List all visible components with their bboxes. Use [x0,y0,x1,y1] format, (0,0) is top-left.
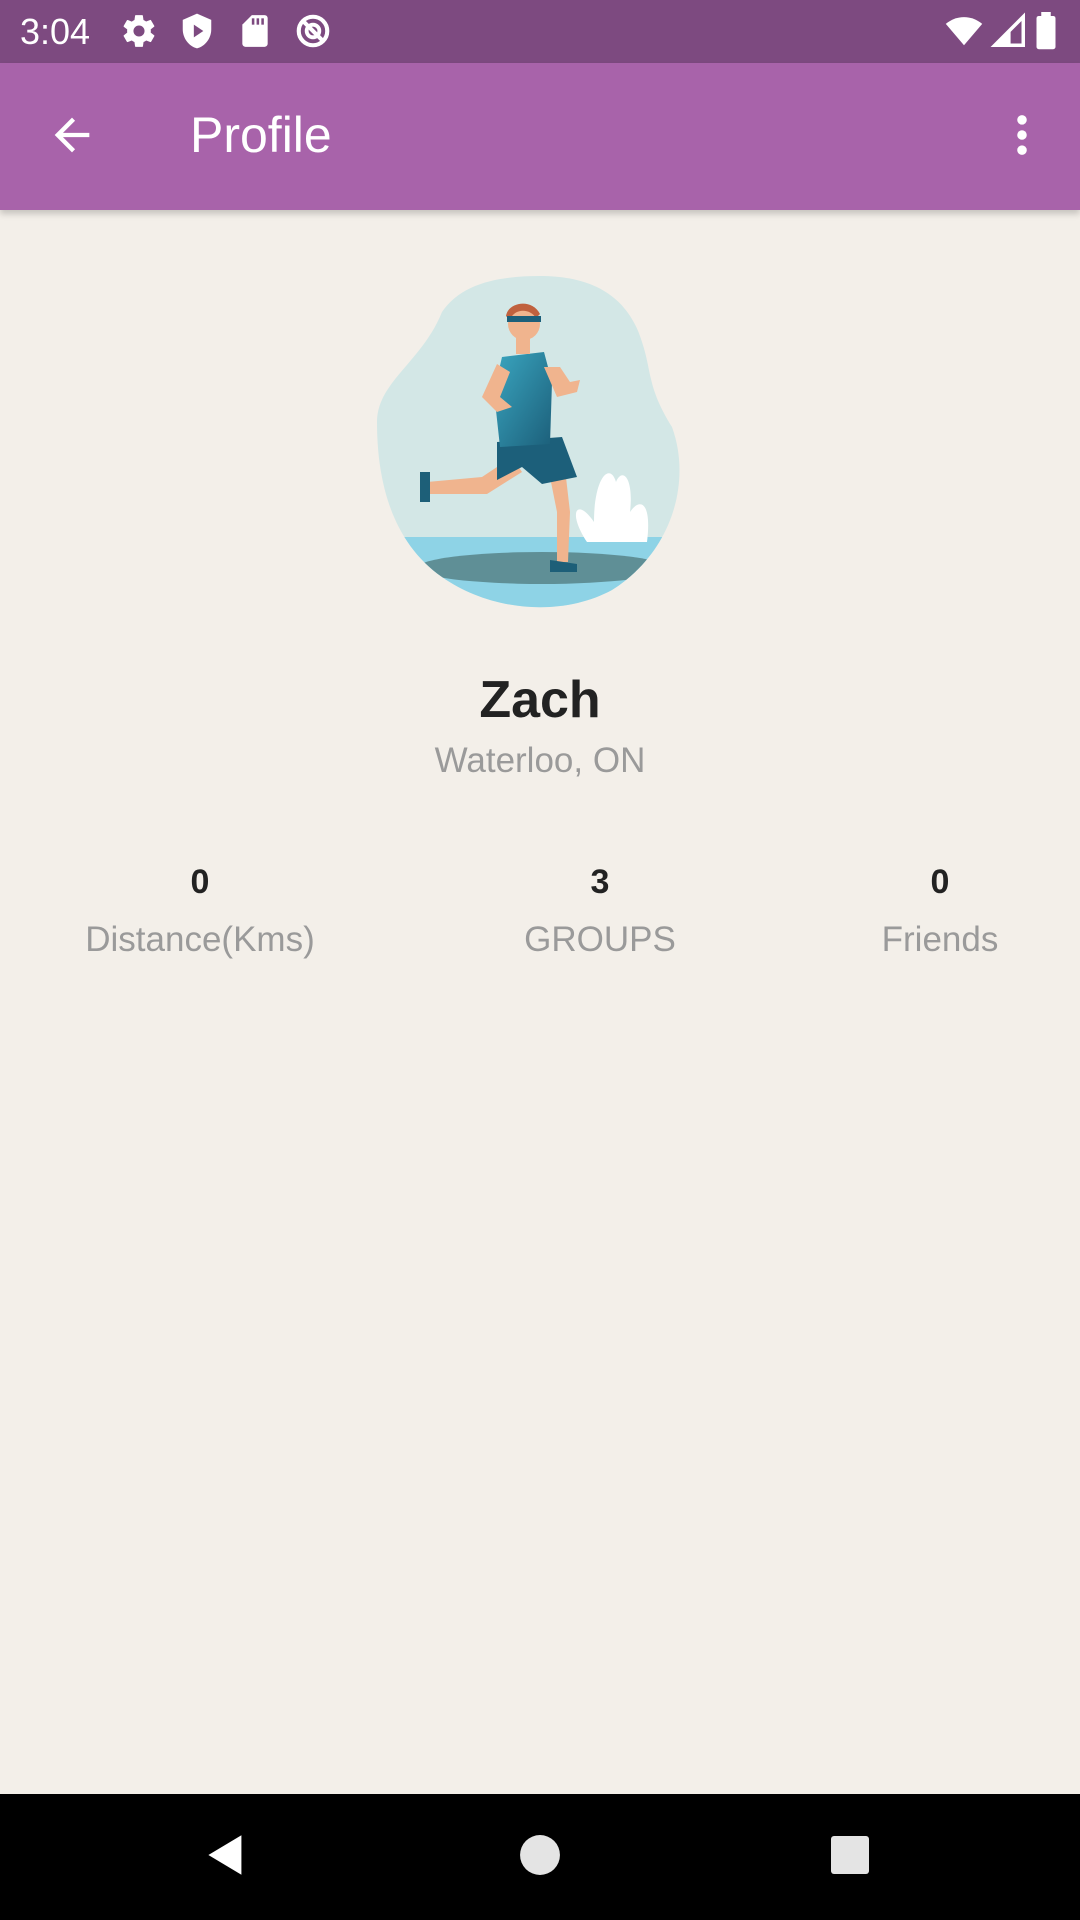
stat-value: 0 [930,863,950,901]
gear-icon [120,12,158,50]
more-vert-icon [996,109,1048,166]
sd-card-icon [236,12,274,50]
back-button[interactable] [34,99,110,175]
stat-friends[interactable]: 0 Friends [760,858,1080,964]
nav-home-button[interactable] [500,1817,580,1897]
overflow-menu-button[interactable] [984,99,1060,175]
wifi-icon [942,12,986,50]
stat-value: 0 [190,863,210,901]
stat-label: GROUPS [524,920,676,959]
home-circle-icon [519,1834,561,1881]
stat-groups[interactable]: 3 GROUPS [420,858,780,964]
recents-square-icon [830,1835,870,1880]
battery-icon [1034,12,1062,50]
runner-illustration [377,276,680,608]
page-title: Profile [190,107,332,163]
status-time: 3:04 [20,11,91,52]
app-bar: Profile [0,63,1080,210]
navigation-bar [0,1794,1080,1920]
stat-distance[interactable]: 0 Distance(Kms) [20,858,380,964]
avatar [372,272,708,608]
nav-back-button[interactable] [186,1817,266,1897]
back-triangle-icon [204,1833,248,1882]
status-bar: 3:04 [0,0,1080,63]
profile-name: Zach [479,671,601,729]
shield-play-icon [178,12,216,50]
nav-recents-button[interactable] [810,1817,890,1897]
stat-label: Friends [881,920,999,959]
no-sync-icon [294,12,332,50]
stat-label: Distance(Kms) [85,920,315,959]
profile-location: Waterloo, ON [434,741,646,780]
stat-value: 3 [590,863,610,901]
signal-icon [990,12,1028,50]
arrow-back-icon [46,109,98,166]
